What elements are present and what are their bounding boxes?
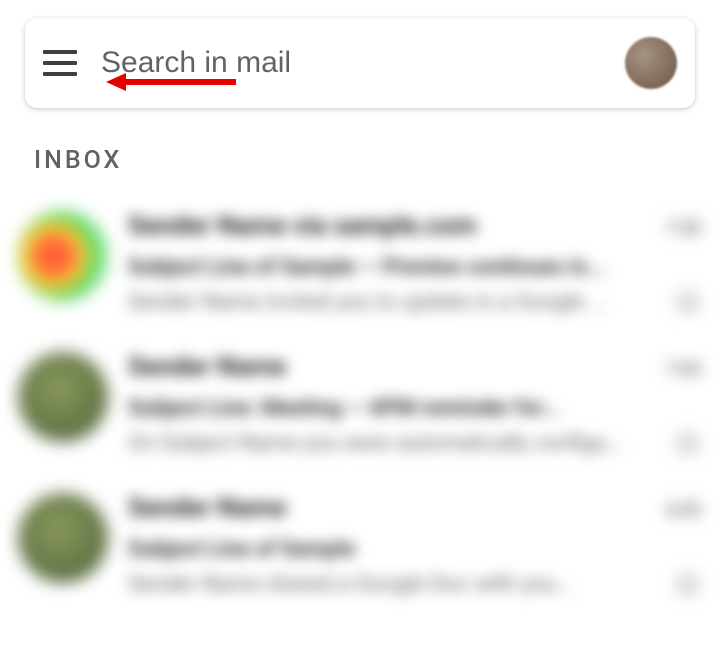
email-preview: Sender Name invited you to update in a G… [128, 290, 662, 315]
star-icon[interactable] [674, 429, 702, 457]
email-time: 7:30 [666, 218, 702, 239]
search-input[interactable] [101, 46, 625, 80]
email-sender: Sender Name [128, 352, 286, 382]
sender-avatar [18, 352, 108, 442]
email-item[interactable]: Sender Name 7:04 Subject Line: Meeting —… [10, 334, 710, 475]
email-subject: Subject Line of Sample [128, 537, 702, 562]
profile-avatar[interactable] [625, 37, 677, 89]
email-sender: Sender Name via sample.com [128, 211, 477, 241]
email-subject: Subject Line: Meeting — 6PM reminder for… [128, 396, 702, 421]
sender-avatar [18, 211, 108, 301]
star-icon[interactable] [674, 570, 702, 598]
email-content: Sender Name 6:55 Subject Line of Sample … [128, 493, 702, 598]
section-label-inbox: INBOX [34, 146, 720, 175]
email-preview: On Subject Name you were automatically c… [128, 431, 662, 456]
email-preview: Sender Name shared a Google Doc with you… [128, 572, 662, 597]
email-subject: Subject Line of Sample — Preview continu… [128, 255, 702, 280]
email-content: Sender Name via sample.com 7:30 Subject … [128, 211, 702, 316]
hamburger-menu-icon[interactable] [43, 50, 77, 76]
search-bar [25, 18, 695, 108]
email-sender: Sender Name [128, 493, 286, 523]
email-item[interactable]: Sender Name 6:55 Subject Line of Sample … [10, 475, 710, 616]
email-time: 6:55 [666, 500, 702, 521]
sender-avatar [18, 493, 108, 583]
email-item[interactable]: Sender Name via sample.com 7:30 Subject … [10, 193, 710, 334]
star-icon[interactable] [674, 288, 702, 316]
email-content: Sender Name 7:04 Subject Line: Meeting —… [128, 352, 702, 457]
email-time: 7:04 [666, 359, 702, 380]
email-list: Sender Name via sample.com 7:30 Subject … [0, 193, 720, 616]
